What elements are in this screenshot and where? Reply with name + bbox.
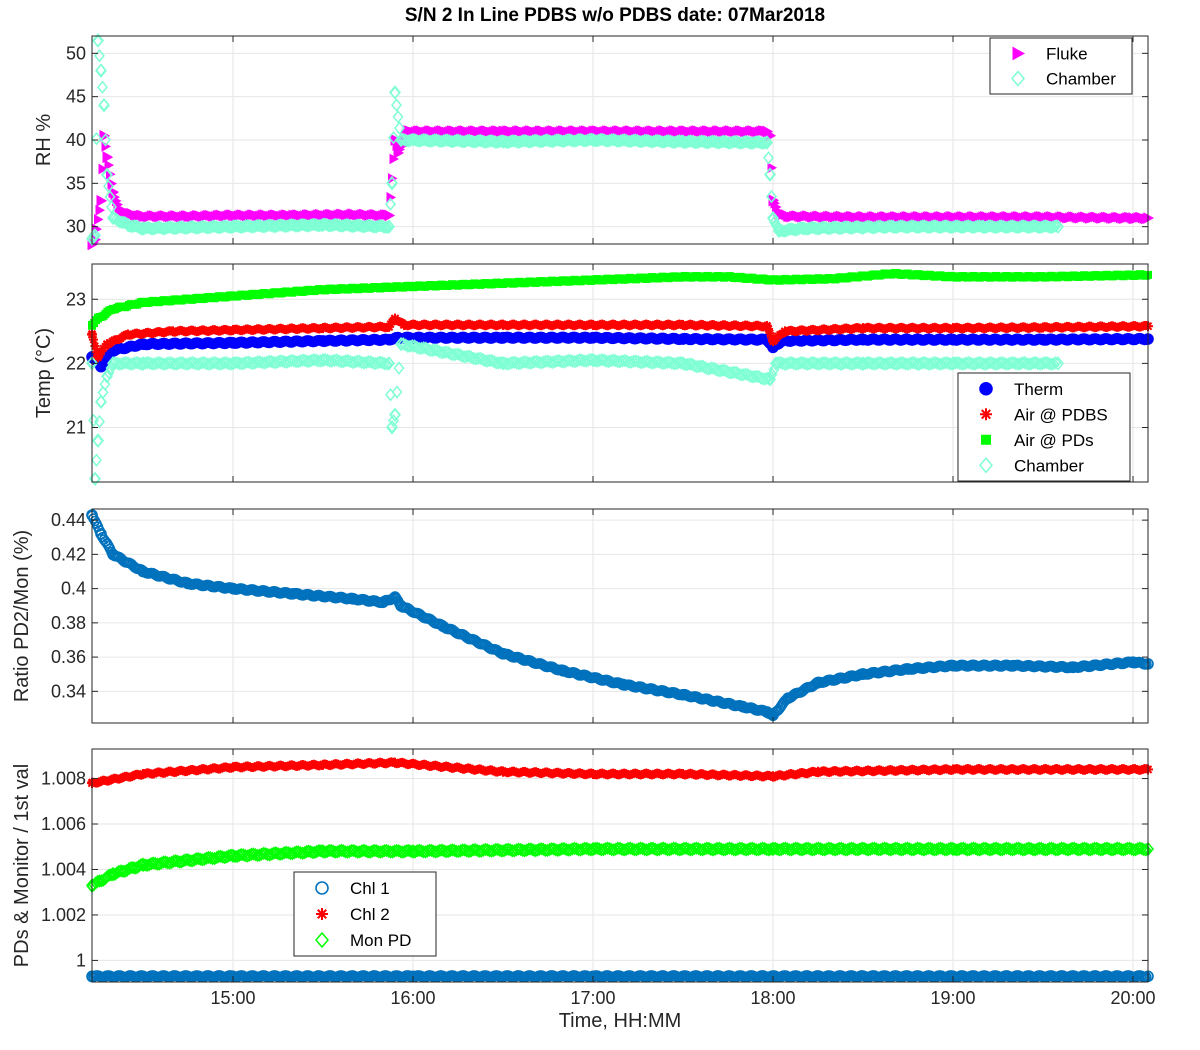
data-point — [677, 333, 689, 345]
data-point — [769, 276, 777, 285]
data-point — [889, 269, 897, 278]
figure: S/N 2 In Line PDBS w/o PDBS date: 07Mar2… — [0, 0, 1200, 1050]
data-point — [123, 329, 133, 340]
y-tick-label: 23 — [66, 289, 86, 309]
data-point — [948, 323, 958, 334]
panel-1: 30 35 40 45 50 RH % Fluke Chamber — [33, 33, 1155, 251]
data-point — [587, 331, 599, 344]
data-point — [588, 319, 598, 330]
data-point — [317, 335, 329, 347]
legend: Fluke Chamber — [989, 37, 1133, 95]
data-point — [409, 282, 417, 291]
data-point — [168, 326, 178, 337]
y-axis-label: Temp (°C) — [33, 328, 55, 418]
y-tick-label: 22 — [66, 353, 86, 373]
data-point — [319, 285, 327, 294]
legend-label: Chamber — [1046, 70, 1116, 89]
data-point — [390, 313, 400, 324]
panels: 30 35 40 45 50 RH % Fluke Chamber 21 22 23 Temp (°C… — [11, 33, 1156, 1008]
data-point — [227, 337, 239, 349]
panel-2: 21 22 23 Temp (°C) Therm Air @ PDBS Air @ PDs C… — [33, 263, 1154, 486]
data-point — [139, 298, 147, 307]
data-point — [762, 321, 772, 332]
data-point — [1038, 322, 1048, 333]
data-point — [1039, 272, 1047, 281]
data-point — [399, 319, 409, 330]
y-tick-label: 0.44 — [51, 510, 86, 530]
legend-label: Air @ PDBS — [1014, 405, 1108, 424]
data-point — [137, 338, 149, 350]
data-point — [497, 331, 509, 344]
data-point — [949, 272, 957, 281]
data-point — [768, 335, 778, 346]
data-point — [498, 319, 508, 330]
data-point — [109, 304, 117, 313]
panel-3: 0.34 0.36 0.38 0.4 0.42 0.44 Ratio PD2/Mon (%) — [11, 508, 1154, 724]
data-point — [857, 333, 869, 346]
y-tick-label: 30 — [66, 217, 86, 237]
y-tick-label: 0.42 — [51, 544, 86, 564]
data-point — [589, 276, 597, 285]
legend-marker — [981, 434, 991, 445]
series-chl-1 — [86, 970, 1154, 983]
panel-4: 11.0021.0041.0061.00815:00 16:00 17:00 18:0… — [11, 748, 1156, 1008]
data-point — [678, 319, 688, 330]
data-point — [829, 274, 837, 283]
y-tick-label: 21 — [66, 418, 86, 438]
data-point — [858, 323, 868, 334]
data-point — [1037, 333, 1049, 346]
plot-area — [92, 749, 1148, 982]
data-point — [679, 272, 687, 281]
y-tick-label: 35 — [66, 173, 86, 193]
data-point — [102, 339, 112, 350]
y-tick-label: 0.38 — [51, 613, 86, 633]
y-tick-label: 0.34 — [51, 681, 86, 701]
data-point — [94, 314, 102, 323]
data-point — [384, 321, 394, 332]
data-point — [724, 272, 732, 281]
data-point — [228, 325, 238, 336]
legend-marker — [980, 408, 992, 421]
legend: Therm Air @ PDBS Air @ PDs Chamber — [957, 372, 1131, 482]
data-point — [318, 323, 328, 334]
data-point — [499, 279, 507, 288]
data-point — [947, 333, 959, 346]
y-tick-label: 45 — [66, 87, 86, 107]
legend-label: Therm — [1014, 380, 1063, 399]
data-point — [229, 292, 237, 301]
y-tick-label: 0.36 — [51, 647, 86, 667]
legend-label: Fluke — [1046, 45, 1088, 64]
y-axis-label: RH % — [33, 114, 55, 166]
figure-title: S/N 2 In Line PDBS w/o PDBS date: 07Mar2… — [405, 5, 825, 26]
y-axis-label: Ratio PD2/Mon (%) — [11, 530, 33, 702]
legend-marker — [979, 381, 993, 396]
legend-label: Air @ PDs — [1014, 431, 1094, 450]
data-point — [780, 326, 790, 337]
y-tick-label: 40 — [66, 130, 86, 150]
y-tick-label: 50 — [66, 43, 86, 63]
y-tick-label: 0.4 — [61, 579, 86, 599]
legend-label: Chamber — [1014, 456, 1084, 475]
